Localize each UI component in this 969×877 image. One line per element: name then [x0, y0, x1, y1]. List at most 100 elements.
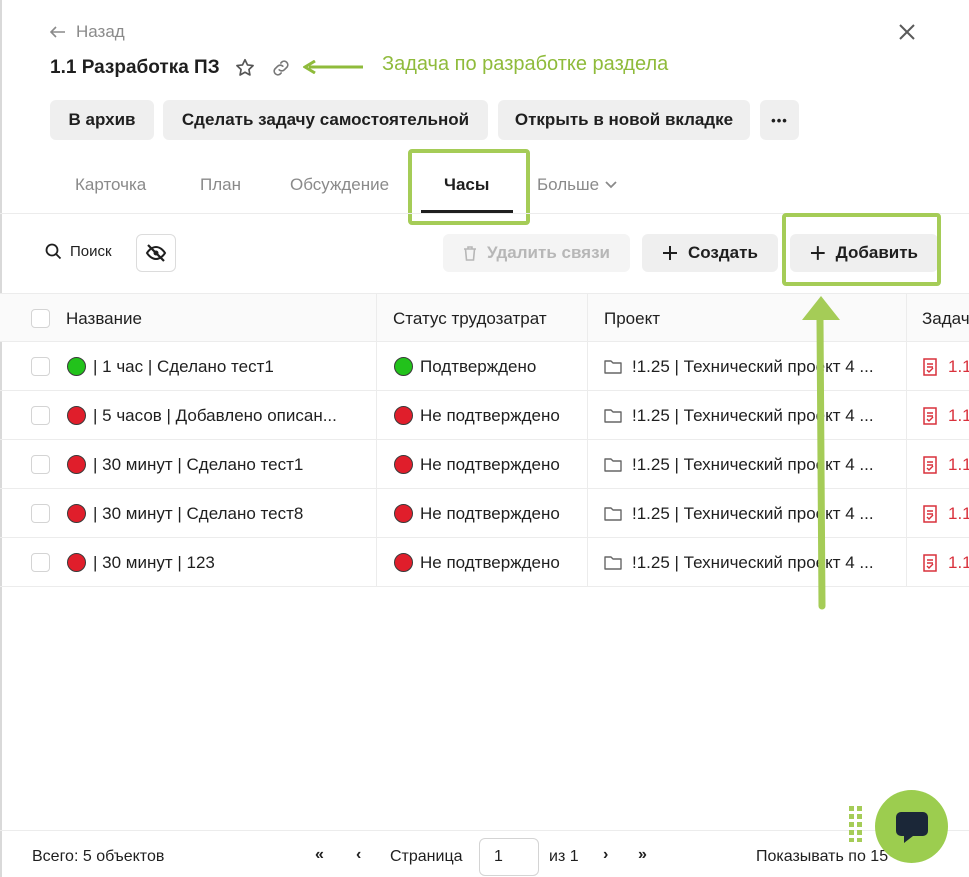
column-separator [587, 538, 588, 587]
folder-icon [604, 507, 622, 521]
status-dot-red [394, 553, 413, 572]
row-checkbox[interactable] [31, 357, 50, 376]
column-separator [906, 489, 907, 538]
row-task-cell[interactable]: 1.1 [922, 440, 969, 489]
next-page-button[interactable]: › [603, 846, 608, 864]
page-title: 1.1 Разработка ПЗ [50, 57, 220, 78]
link-icon[interactable] [270, 57, 292, 79]
row-status: Не подтверждено [420, 503, 560, 523]
row-task-cell[interactable]: 1.1 [922, 538, 969, 587]
row-status-cell: Не подтверждено [394, 489, 560, 538]
select-all-checkbox[interactable] [31, 309, 50, 328]
tab-more[interactable]: Больше [537, 175, 617, 195]
status-dot-red [394, 504, 413, 523]
chat-support-button[interactable] [875, 790, 948, 863]
column-separator [906, 342, 907, 391]
row-status-cell: Подтверждено [394, 342, 536, 391]
status-dot-green [394, 357, 413, 376]
row-name: | 1 час | Сделано тест1 [93, 356, 274, 376]
column-separator [587, 391, 588, 440]
page-label: Страница [390, 848, 463, 865]
more-options-button[interactable]: ••• [760, 100, 799, 140]
row-name: | 5 часов | Добавлено описан... [93, 405, 337, 425]
folder-icon [604, 458, 622, 472]
row-name: | 30 минут | Сделано тест8 [93, 503, 304, 523]
column-separator [906, 294, 907, 343]
first-page-button[interactable]: « [315, 846, 324, 864]
page-number-input[interactable]: 1 [479, 838, 539, 876]
column-header-task[interactable]: Задач [922, 294, 969, 343]
search-icon [45, 243, 62, 260]
column-separator [587, 489, 588, 538]
tab-card[interactable]: Карточка [75, 175, 146, 195]
annotation-label: Задача по разработке раздела [382, 53, 669, 75]
column-separator [587, 342, 588, 391]
folder-icon [604, 360, 622, 374]
column-separator [376, 294, 377, 343]
row-task-cell[interactable]: 1.1 [922, 342, 969, 391]
status-dot-red [67, 553, 86, 572]
status-dot-green [67, 357, 86, 376]
row-task: 1.1 [948, 405, 969, 425]
row-task: 1.1 [948, 356, 969, 376]
star-icon[interactable] [234, 57, 256, 79]
row-status-cell: Не подтверждено [394, 440, 560, 489]
status-dot-red [67, 455, 86, 474]
title-row: 1.1 Разработка ПЗ [50, 54, 292, 82]
select-all-cell [31, 294, 50, 343]
row-task: 1.1 [948, 454, 969, 474]
status-dot-red [67, 406, 86, 425]
status-dot-red [67, 504, 86, 523]
task-document-icon [923, 357, 937, 376]
toggle-visibility-button[interactable] [136, 234, 176, 272]
row-checkbox[interactable] [31, 406, 50, 425]
task-document-icon [923, 406, 937, 425]
row-checkbox[interactable] [31, 504, 50, 523]
delete-links-button[interactable]: Удалить связи [443, 234, 631, 272]
task-document-icon [923, 553, 937, 572]
row-status: Подтверждено [420, 356, 537, 376]
page-of-label: из 1 [549, 848, 579, 865]
column-header-status[interactable]: Статус трудозатрат [393, 294, 547, 343]
tab-more-label: Больше [537, 175, 600, 194]
archive-button[interactable]: В архив [50, 100, 154, 140]
column-separator [587, 440, 588, 489]
create-button[interactable]: Создать [642, 234, 778, 272]
tab-plan[interactable]: План [200, 175, 241, 195]
delete-links-label: Удалить связи [487, 243, 611, 262]
prev-page-button[interactable]: ‹ [356, 846, 361, 864]
open-new-tab-button[interactable]: Открыть в новой вкладке [498, 100, 750, 140]
column-separator [376, 342, 377, 391]
close-icon[interactable] [895, 20, 919, 44]
tab-hours[interactable]: Часы [444, 175, 489, 195]
eye-off-icon [145, 244, 167, 262]
footer-divider [0, 830, 969, 831]
row-checkbox[interactable] [31, 553, 50, 572]
tab-discussion[interactable]: Обсуждение [290, 175, 389, 195]
task-document-icon [923, 455, 937, 474]
last-page-button[interactable]: » [638, 846, 647, 864]
search-button[interactable]: Поиск [45, 243, 112, 260]
back-link[interactable]: Назад [50, 22, 125, 42]
row-name: | 30 минут | Сделано тест1 [93, 454, 304, 474]
add-button[interactable]: Добавить [790, 234, 938, 272]
make-independent-button[interactable]: Сделать задачу самостоятельной [163, 100, 488, 140]
add-label: Добавить [835, 243, 918, 262]
column-header-name[interactable]: Название [66, 294, 142, 343]
plus-icon [663, 246, 677, 260]
drag-handle-icon[interactable] [848, 805, 864, 843]
row-task: 1.1 [948, 552, 969, 572]
row-name-cell: | 30 минут | Сделано тест1 [67, 440, 372, 489]
status-dot-red [394, 455, 413, 474]
row-status: Не подтверждено [420, 552, 560, 572]
column-header-project[interactable]: Проект [604, 294, 660, 343]
row-name: | 30 минут | 123 [93, 552, 215, 572]
row-task-cell[interactable]: 1.1 [922, 489, 969, 538]
chevron-down-icon [605, 181, 617, 189]
row-checkbox[interactable] [31, 455, 50, 474]
row-task-cell[interactable]: 1.1 [922, 391, 969, 440]
row-task: 1.1 [948, 503, 969, 523]
arrow-left-icon [50, 26, 65, 38]
tabs-divider [0, 213, 969, 214]
trash-icon [464, 245, 476, 261]
